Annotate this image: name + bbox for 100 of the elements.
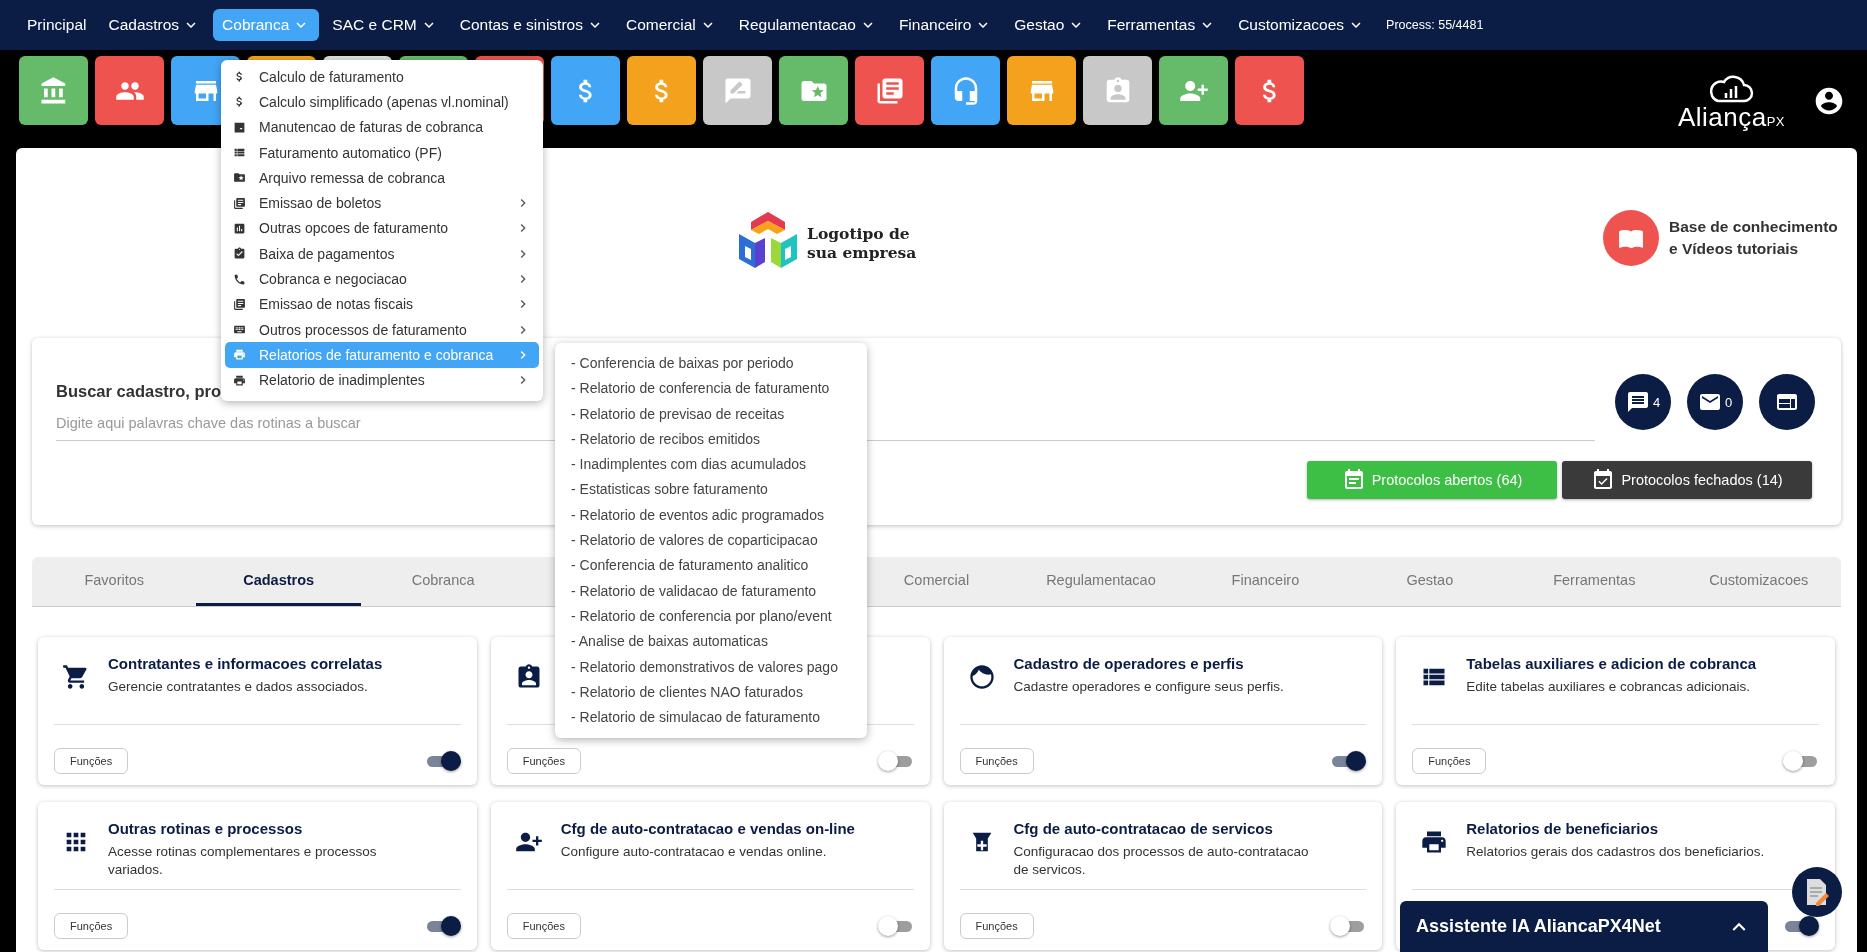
submenu-item[interactable]: - Relatorio de simulacao de faturamento [571,705,821,731]
shortcut-tile[interactable] [703,56,772,125]
nav-menu-item[interactable]: Contas e sinistros [450,9,613,41]
menu-item[interactable]: Faturamento automatico (PF) [225,139,539,166]
functions-button[interactable]: Funções [959,748,1034,775]
shortcut-tile[interactable] [627,56,696,125]
chart-icon [233,221,246,235]
shortcut-tile[interactable] [1083,56,1152,125]
submenu-item[interactable]: - Relatorio de recibos emitidos [571,426,761,453]
menu-item[interactable]: Outras opcoes de faturamento [225,215,539,242]
functions-button[interactable]: Funções [506,913,581,940]
card-description: Edite tabelas auxiliares e cobrancas adicionais. [1466,678,1751,696]
menu-item[interactable]: Baixa de pagamentos [225,241,539,267]
functions-button[interactable]: Funções [54,748,129,775]
menu-item[interactable]: Manutencao de faturas de cobranca [225,114,539,140]
category-tab[interactable]: Ferramentas [1512,557,1677,606]
shortcut-tile[interactable] [1235,56,1304,125]
toggle-switch[interactable] [877,750,914,773]
shortcut-tile[interactable] [1007,56,1076,125]
category-tab[interactable]: Favoritos [32,557,197,606]
submenu-item[interactable]: - Relatorio de validacao de faturamento [571,578,817,604]
shortcut-tile[interactable] [1159,56,1228,125]
submenu-item[interactable]: - Estatisticas sobre faturamento [571,477,768,503]
chat-icon [1625,390,1650,414]
edit-icon [233,120,246,134]
functions-button[interactable]: Funções [959,913,1034,940]
nav-menu-item[interactable]: SAC e CRM [323,9,447,41]
nav-menu-item[interactable]: Comercial [616,9,726,41]
menu-item[interactable]: Cobranca e negociacao [225,266,539,292]
card-description: Acesse rotinas complementares e processos variados. [108,843,378,880]
nav-menu-item[interactable]: Gestao [1005,9,1095,41]
card-title: Outras rotinas e processos [108,820,304,837]
help-link[interactable]: Base de conhecimento e Vídeos tutoriais [1669,215,1841,261]
shortcut-tile[interactable] [931,56,1000,125]
menu-item[interactable]: Calculo simplificado (apenas vl.nominal) [225,89,539,115]
menu-item[interactable]: Calculo de faturamento [225,64,539,90]
submenu-item[interactable]: - Relatorio de conferencia de faturamento [571,376,830,402]
nav-menu-item[interactable]: Customizacoes [1229,9,1375,41]
nav-menu-item[interactable]: Principal [18,9,96,41]
card-title: Cadastro de operadores e perfis [1013,655,1245,672]
shortcut-tile[interactable] [19,56,88,125]
category-tab[interactable]: Cadastros [196,557,361,606]
assistant-panel[interactable]: Assistente IA AliancaPX4Net [1400,901,1768,952]
card-description: Relatorios gerais dos cadastros dos beneficiarios. [1466,843,1766,861]
shortcut-tile[interactable] [779,56,848,125]
category-tab[interactable]: Financeiro [1183,557,1348,606]
submenu-item[interactable]: - Conferencia de faturamento analitico [571,553,809,579]
toggle-switch[interactable] [1783,750,1819,773]
menu-item[interactable]: Emissao de boletos [225,190,539,216]
nav-menu-item[interactable]: Financeiro [889,9,1002,41]
toggle-switch[interactable] [1330,750,1367,773]
phone-icon [233,272,246,286]
menu-item[interactable]: Emissao de notas fiscais [225,291,539,317]
submenu-item[interactable]: - Relatorio de conferencia por plano/event [571,603,832,630]
closed-protocols-button[interactable]: Protocolos fechados (14) [1562,461,1812,499]
folder-star-icon [233,171,246,185]
toggle-switch[interactable] [1783,915,1819,938]
category-tab[interactable]: Customizacoes [1676,557,1841,606]
process-counter: Process: 55/4481 [1386,18,1484,32]
submenu-item[interactable]: - Relatorio demonstrativos de valores pago [571,654,838,680]
menu-item[interactable]: Arquivo remessa de cobranca [225,165,539,191]
submenu-item[interactable]: - Relatorio de clientes NAO faturados [571,679,803,706]
submenu-item[interactable]: - Inadimplentes com dias acumulados [571,452,806,478]
card-title: Contratantes e informacoes correlatas [108,655,384,672]
shortcut-tile[interactable] [95,56,164,125]
nav-menu-item[interactable]: Regulamentacao [729,9,886,41]
functions-button[interactable]: Funções [1412,748,1487,775]
card-description: Gerencie contratantes e dados associados. [108,678,369,696]
menu-item[interactable]: Relatorio de inadimplentes [225,367,539,393]
functions-button[interactable]: Funções [506,748,581,775]
card-title: Tabelas auxiliares e adicion de cobranca [1466,655,1758,672]
submenu-item[interactable]: - Analise de baixas automaticas [571,629,768,655]
submenu-item[interactable]: - Relatorio de eventos adic programados [571,502,824,529]
search-title: Buscar cadastro, pro [56,382,222,401]
document-stack-icon [233,196,246,210]
panel-button[interactable] [1759,374,1815,430]
submenu-item[interactable]: - Conferencia de baixas por periodo [571,351,794,377]
category-tab[interactable]: Comercial [854,557,1019,606]
brand-logo: AliançaPX [1677,104,1785,130]
card-title: Cfg de auto-contratacao de servicos [1013,820,1274,837]
help-button[interactable] [1603,210,1659,266]
functions-button[interactable]: Funções [54,913,129,940]
toggle-switch[interactable] [877,915,914,938]
nav-menu-item[interactable]: Ferramentas [1098,9,1226,41]
category-tab[interactable]: Gestao [1347,557,1513,606]
messages-button[interactable]: 0 [1687,374,1743,430]
card-description: Configure auto-contratacao e vendas online. [560,843,828,861]
submenu-item[interactable]: - Relatorio de previsao de receitas [571,401,785,427]
menu-item[interactable]: Outros processos de faturamento [225,316,539,343]
category-tab[interactable]: Regulamentacao [1018,557,1184,606]
card-description: Cadastre operadores e configure seus perfis. [1013,678,1285,696]
shortcut-tile[interactable] [551,56,620,125]
shortcut-tile[interactable] [855,56,924,125]
assistant-title: Assistente IA AliancaPX4Net [1416,916,1661,937]
chat-button[interactable]: 4 [1615,374,1671,430]
nav-menu-item[interactable]: Cadastros [99,9,210,41]
category-tab[interactable]: Cobranca [360,557,526,606]
submenu-item[interactable]: - Relatorio de valores de coparticipacao [571,528,818,554]
person-head-icon [967,663,996,691]
document-stack-icon [233,297,246,311]
